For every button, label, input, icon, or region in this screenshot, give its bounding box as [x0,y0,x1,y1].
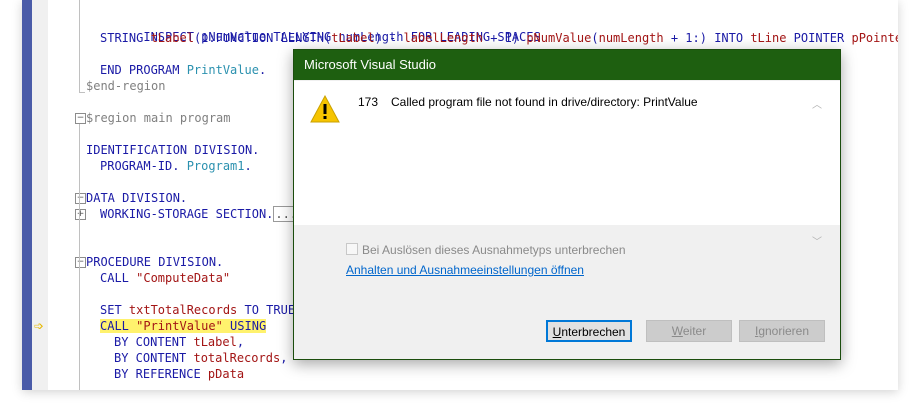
code-token: TO TRUE [237,303,296,317]
ignore-button[interactable]: Ignorieren [739,320,825,342]
code-line: END PROGRAM PrintValue. [100,62,266,78]
code-line: BY REFERENCE pData [114,366,244,382]
code-line-current: CALL "PrintValue" USING [100,318,267,334]
outline-guide [79,92,85,93]
exception-settings-link[interactable]: Anhalten und Ausnahmeeinstellungen öffne… [346,263,584,277]
code-token: IDENTIFICATION DIVISION. [86,143,260,157]
code-line: CALL "ComputeData" [100,270,230,286]
ignore-button-label: gnorieren [758,324,810,338]
error-code: 173 [358,95,379,109]
collapse-toggle-icon[interactable]: − [75,193,86,204]
code-token: SET [100,303,129,317]
code-token: CALL [100,271,137,285]
code-token: $end-region [86,79,166,93]
code-token: WORKING-STORAGE SECTION. [100,207,274,221]
code-line: $region main program [86,110,231,126]
code-token: PROGRAM-ID. [100,159,187,173]
code-token: tLabel [150,31,194,45]
code-token: pNumValue [526,31,592,45]
code-line: STRING tLabel(1:FUNCTION LENGTH(tLabel) … [100,30,898,46]
code-line: BY CONTENT totalRecords, [114,350,287,366]
code-line: SET txtTotalRecords TO TRUE [100,302,295,318]
code-token: BY CONTENT [114,335,194,349]
break-button-label: nterbrechen [561,325,626,339]
outline-guide [79,0,80,92]
checkbox-label: Bei Auslösen dieses Ausnahmetyps unterbr… [362,243,626,257]
code-line: DATA DIVISION. [86,190,187,206]
warning-icon [310,95,340,123]
code-line: PROGRAM-ID. Program1. [100,158,252,174]
code-token: + 1) [482,31,527,45]
code-token: ) - [374,31,404,45]
code-token: tLabel [193,335,237,349]
code-token: tLine [750,31,787,45]
exception-dialog: Microsoft Visual Studio 173 Called progr… [293,49,841,360]
collapse-toggle-icon[interactable]: − [75,257,86,268]
chevron-down-icon[interactable]: ﹀ [812,233,822,248]
code-token: pPointer [851,31,898,45]
code-token: tLabel [331,31,375,45]
code-token: txtTotalRecords [128,303,238,317]
code-token: BY REFERENCE [114,367,208,381]
code-token: "ComputeData" [136,271,231,285]
code-token: , [236,335,245,349]
continue-button-accel: W [671,324,683,338]
code-token: END PROGRAM [100,63,187,77]
continue-button[interactable]: Weiter [646,320,732,342]
code-token: numLength [598,31,664,45]
code-token: Program1 [186,159,245,173]
code-token: STRING [100,31,151,45]
code-token: (1:FUNCTION LENGTH( [193,31,332,45]
code-token: "PrintValue" [136,319,223,333]
break-button[interactable]: Unterbrechen [546,320,632,342]
code-line: WORKING-STORAGE SECTION.... [100,206,300,222]
code-token: . [244,159,252,173]
code-token: ( [591,31,599,45]
code-line: INSPECT pNumValue TALLYING numLength FOR… [100,13,540,44]
code-line: IDENTIFICATION DIVISION. [86,142,259,158]
screenshot-frame: ➩ INSPECT pNumValue TALLYING numLength F… [0,0,920,410]
code-token: BY CONTENT [114,351,194,365]
code-token: POINTER [786,31,852,45]
code-token: CALL [100,319,137,333]
editor-left-margin-bar [22,0,32,390]
continue-button-label: eiter [682,324,707,338]
code-token: PROCEDURE DIVISION. [86,255,224,269]
code-token: labelLength [403,31,483,45]
code-token: USING [222,319,267,333]
message-box: 173 Called program file not found in dri… [294,81,840,225]
code-token: pData [207,367,245,381]
code-token: $region main program [86,111,231,125]
code-token: totalRecords [193,351,281,365]
outline-guide [79,124,80,390]
execution-arrow-icon: ➩ [34,319,45,333]
break-on-exception-checkbox[interactable] [346,243,358,255]
dialog-title: Microsoft Visual Studio [294,50,840,80]
break-button-accel: U [552,325,562,339]
code-token: DATA DIVISION. [86,191,188,205]
code-token: , [280,351,288,365]
error-message: Called program file not found in drive/d… [391,95,698,109]
code-token: PrintValue [186,63,259,77]
code-token: + 1:) INTO [663,31,751,45]
expand-toggle-icon[interactable]: + [75,209,86,220]
code-line: BY CONTENT tLabel, [114,334,244,350]
chevron-up-icon[interactable]: ︿ [812,96,822,111]
collapse-toggle-icon[interactable]: − [75,113,86,124]
code-token: . [258,63,267,77]
code-line: $end-region [86,78,165,94]
code-line: PROCEDURE DIVISION. [86,254,223,270]
